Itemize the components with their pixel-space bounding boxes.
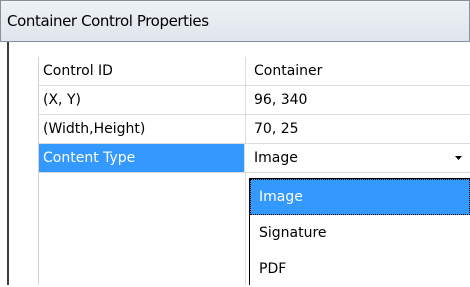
content-type-dropdown-list[interactable]: Image Signature PDF xyxy=(249,178,470,285)
column-divider xyxy=(245,173,246,285)
dropdown-option-pdf[interactable]: PDF xyxy=(250,251,470,287)
chevron-down-icon[interactable] xyxy=(453,152,464,164)
property-value[interactable]: 96, 340 xyxy=(254,86,464,114)
property-value[interactable]: Container xyxy=(254,57,464,85)
property-name: Control ID xyxy=(39,57,246,85)
property-name: (Width,Height) xyxy=(39,115,246,143)
dropdown-option-signature[interactable]: Signature xyxy=(250,215,470,251)
property-row-control-id[interactable]: Control ID Container xyxy=(39,57,470,86)
content-type-selected-value: Image xyxy=(254,150,298,166)
property-row-position[interactable]: (X, Y) 96, 340 xyxy=(39,86,470,115)
property-row-size[interactable]: (Width,Height) 70, 25 xyxy=(39,115,470,144)
property-value[interactable]: 70, 25 xyxy=(254,115,464,143)
property-grid-gutter xyxy=(9,57,39,285)
content-type-select[interactable]: Image xyxy=(254,144,464,172)
property-name: (X, Y) xyxy=(39,86,246,114)
property-name: Content Type xyxy=(39,144,245,172)
panel-title-bar: Container Control Properties xyxy=(0,0,470,42)
panel-title: Container Control Properties xyxy=(7,12,209,30)
properties-panel: Container Control Properties Control ID … xyxy=(0,0,470,285)
dropdown-option-image[interactable]: Image xyxy=(250,179,470,215)
left-rail xyxy=(0,42,9,285)
property-row-content-type[interactable]: Content Type Image xyxy=(39,144,470,173)
